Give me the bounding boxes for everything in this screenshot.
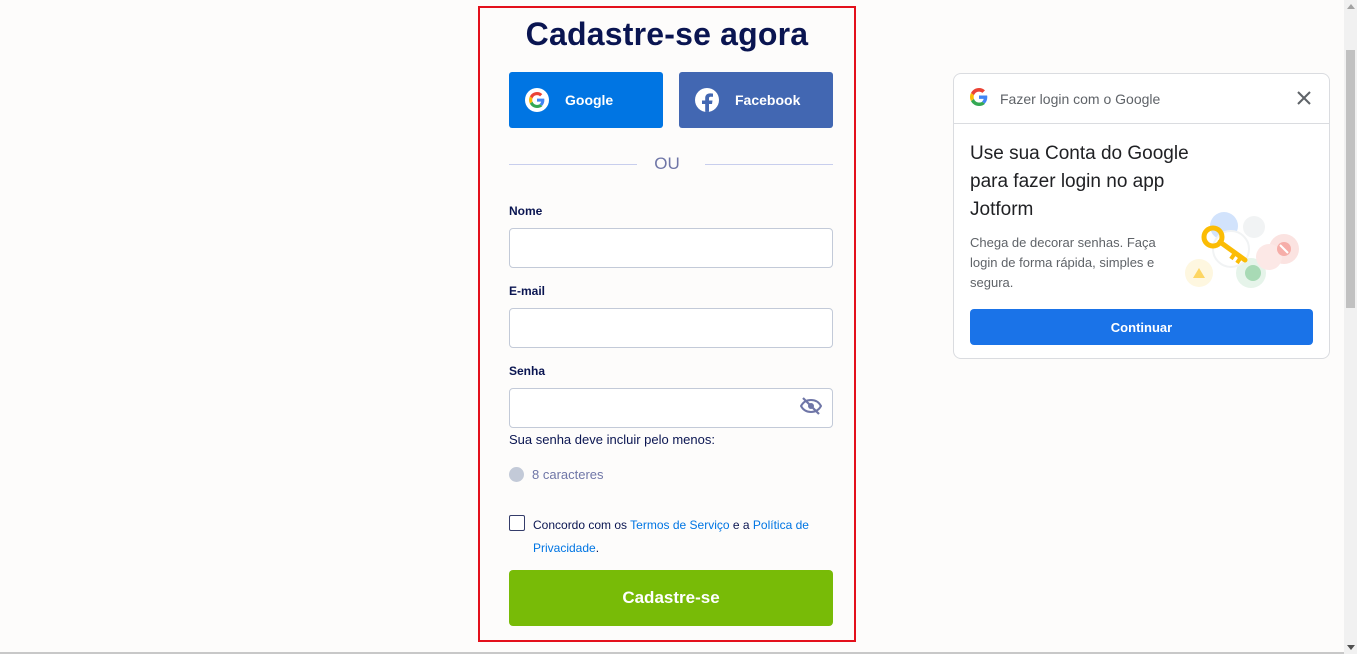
key-illustration bbox=[1185, 212, 1299, 288]
onetap-header-text: Fazer login com o Google bbox=[1000, 90, 1161, 107]
eye-off-icon[interactable] bbox=[799, 397, 823, 415]
agree-middle-text: e a bbox=[729, 518, 753, 532]
scroll-up-arrow-icon[interactable] bbox=[1347, 4, 1355, 9]
agree-prefix-text: Concordo com os bbox=[533, 518, 631, 532]
divider-right bbox=[705, 164, 833, 165]
facebook-button-label: Facebook bbox=[735, 92, 801, 108]
vertical-scrollbar[interactable] bbox=[1344, 0, 1357, 654]
facebook-icon bbox=[695, 88, 719, 112]
password-hint: Sua senha deve incluir pelo menos: bbox=[509, 432, 715, 447]
scroll-thumb[interactable] bbox=[1346, 50, 1355, 308]
name-field[interactable] bbox=[509, 228, 833, 268]
requirement-status-icon bbox=[509, 467, 524, 482]
google-signup-button[interactable]: Google bbox=[509, 72, 663, 128]
requirement-text: 8 caracteres bbox=[532, 467, 604, 482]
email-label: E-mail bbox=[509, 284, 546, 298]
password-field[interactable] bbox=[509, 388, 833, 428]
password-requirement: 8 caracteres bbox=[509, 467, 604, 482]
close-icon[interactable] bbox=[1295, 89, 1313, 107]
agree-suffix-text: . bbox=[595, 541, 600, 555]
facebook-signup-button[interactable]: Facebook bbox=[679, 72, 833, 128]
signup-panel: Cadastre-se agora Google Facebook OU Nom… bbox=[478, 6, 856, 642]
onetap-description: Chega de decorar senhas. Faça login de f… bbox=[970, 235, 1156, 290]
google-icon bbox=[970, 88, 988, 109]
scroll-down-arrow-icon[interactable] bbox=[1347, 645, 1355, 650]
terms-of-service-link[interactable]: Termos de Serviço bbox=[630, 518, 729, 532]
google-onetap-card: Fazer login com o Google Use sua Conta d… bbox=[953, 73, 1330, 359]
google-button-label: Google bbox=[565, 92, 614, 108]
name-label: Nome bbox=[509, 204, 543, 218]
password-label: Senha bbox=[509, 364, 546, 378]
page-title: Cadastre-se agora bbox=[525, 16, 809, 52]
continue-button[interactable]: Continuar bbox=[970, 309, 1313, 345]
terms-agreement: Concordo com os Termos de Serviço e a Po… bbox=[533, 514, 833, 560]
google-icon bbox=[525, 88, 549, 112]
terms-checkbox[interactable] bbox=[509, 515, 525, 531]
onetap-header: Fazer login com o Google bbox=[954, 74, 1329, 124]
email-field[interactable] bbox=[509, 308, 833, 348]
signup-submit-button[interactable]: Cadastre-se bbox=[509, 570, 833, 626]
